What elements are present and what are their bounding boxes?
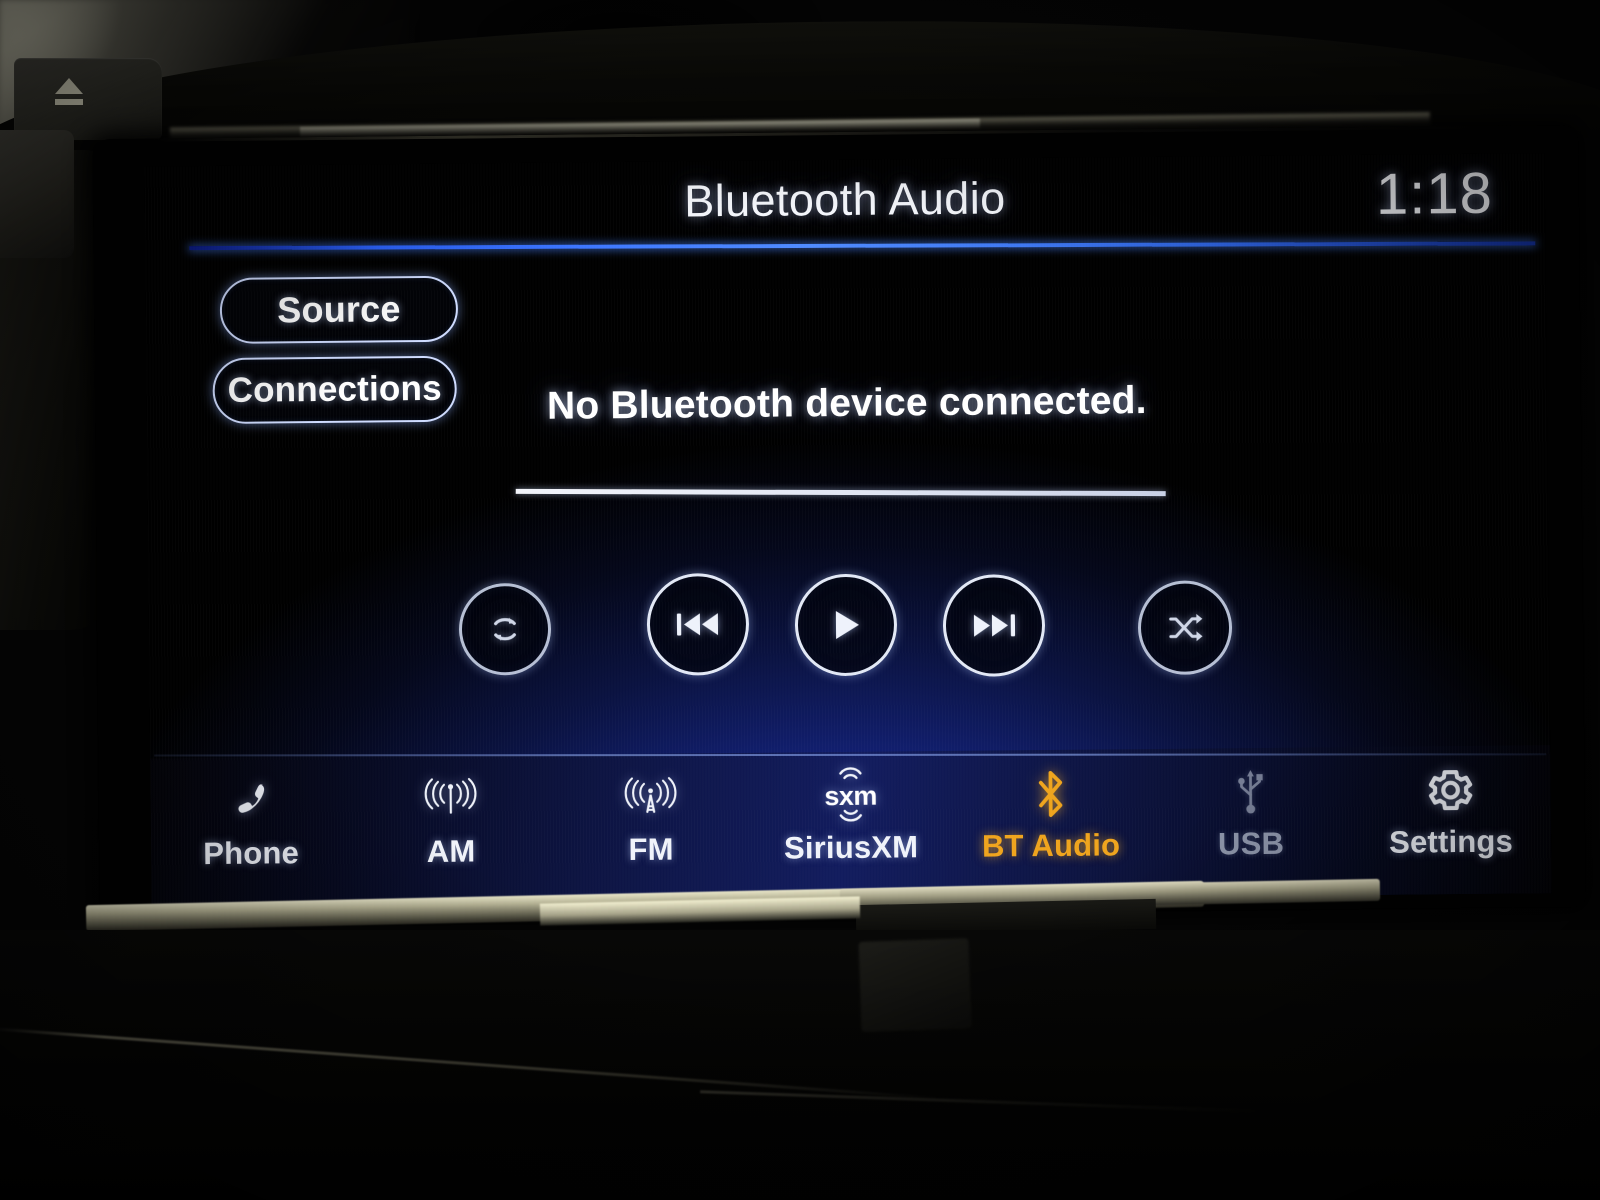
lower-console	[0, 930, 1600, 1200]
gear-icon	[1425, 762, 1476, 818]
shuffle-icon	[1165, 608, 1205, 646]
nav-item-bt-audio[interactable]: BT Audio	[950, 765, 1151, 865]
usb-icon	[1233, 764, 1268, 820]
sxm-wordmark: sxm	[824, 780, 878, 811]
source-button[interactable]: Source	[219, 275, 459, 344]
next-button[interactable]	[942, 574, 1046, 678]
infotainment-screen[interactable]: Bluetooth Audio 1:18 Source Connections …	[144, 153, 1552, 907]
previous-button[interactable]	[646, 572, 750, 676]
nav-item-fm[interactable]: FM	[550, 769, 751, 869]
play-icon	[829, 607, 863, 643]
nav-label-fm: FM	[628, 831, 674, 868]
source-button-label: Source	[277, 288, 401, 331]
sxm-logo-icon: sxm	[824, 766, 878, 825]
nav-item-settings[interactable]: Settings	[1350, 761, 1551, 861]
play-button[interactable]	[794, 573, 898, 677]
nav-item-usb[interactable]: USB	[1150, 763, 1351, 863]
clock-display: 1:18	[1375, 160, 1494, 227]
transport-controls	[148, 551, 1549, 704]
nav-label-usb: USB	[1217, 825, 1285, 862]
repeat-button[interactable]	[458, 582, 552, 676]
nav-label-settings: Settings	[1388, 823, 1514, 860]
eject-icon	[52, 78, 86, 112]
bluetooth-icon	[1030, 766, 1071, 822]
screen-bezel: Bluetooth Audio 1:18 Source Connections …	[92, 124, 1586, 922]
am-antenna-icon	[421, 771, 480, 828]
nav-label-bt-audio: BT Audio	[981, 827, 1121, 864]
dashboard-photo: Bluetooth Audio 1:18 Source Connections …	[0, 0, 1600, 1200]
shuffle-button[interactable]	[1137, 580, 1233, 676]
phone-handset-icon	[227, 773, 274, 829]
previous-track-icon	[675, 607, 721, 641]
console-vent-shadow	[858, 938, 972, 1032]
nav-item-phone[interactable]: Phone	[150, 773, 351, 873]
title-bar: Bluetooth Audio 1:18	[145, 153, 1546, 258]
page-title: Bluetooth Audio	[684, 172, 1006, 227]
eject-button[interactable]	[14, 58, 162, 140]
fm-tower-icon	[621, 770, 680, 827]
next-track-icon	[971, 608, 1017, 642]
nav-label-am: AM	[426, 833, 476, 869]
title-divider	[189, 241, 1536, 251]
repeat-icon	[485, 609, 525, 649]
dashboard-side-trim	[0, 130, 74, 258]
nav-label-phone: Phone	[203, 835, 300, 872]
connections-button-label: Connections	[227, 368, 442, 410]
connections-button[interactable]: Connections	[212, 355, 458, 425]
status-message: No Bluetooth device connected.	[546, 379, 1147, 428]
playback-progress-bar[interactable]	[515, 488, 1166, 497]
nav-item-am[interactable]: AM	[350, 771, 551, 871]
nav-item-siriusxm[interactable]: sxm SiriusXM	[750, 766, 951, 867]
nav-label-siriusxm: SiriusXM	[783, 829, 919, 866]
